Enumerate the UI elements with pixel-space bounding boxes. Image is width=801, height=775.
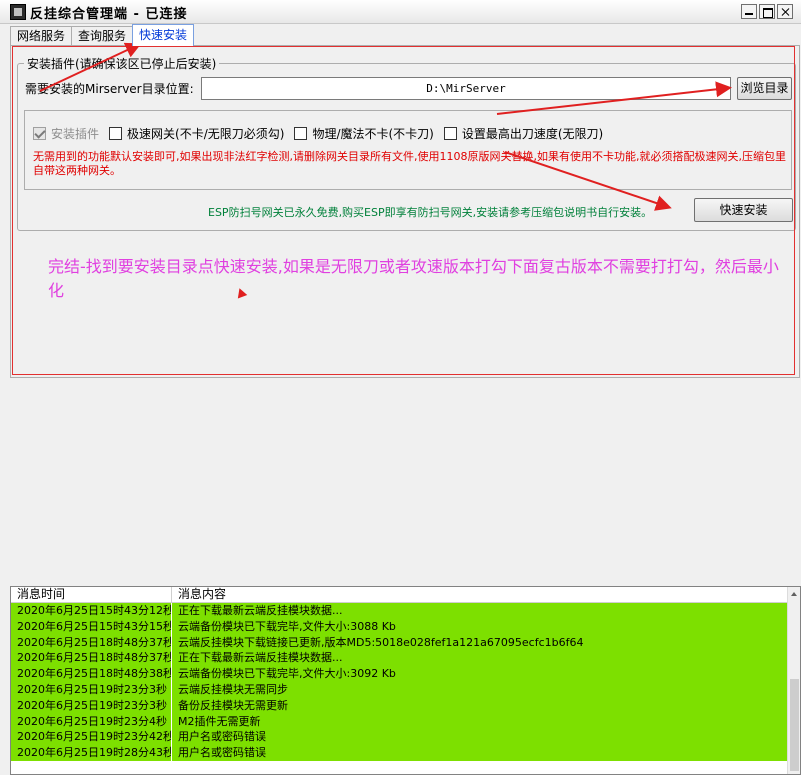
title-bar[interactable]: 反挂综合管理端 - 已连接 bbox=[0, 0, 801, 24]
row-time: 2020年6月25日19时28分43秒 bbox=[11, 745, 172, 761]
column-header-content[interactable]: 消息内容 bbox=[172, 587, 788, 602]
row-time: 2020年6月25日15时43分15秒 bbox=[11, 618, 172, 635]
scroll-thumb[interactable] bbox=[790, 679, 799, 771]
row-time: 2020年6月25日19时23分3秒 bbox=[11, 697, 172, 714]
table-row[interactable]: 2020年6月25日15时43分12秒 正在下载最新云端反挂模块数据... bbox=[11, 603, 788, 619]
row-content: 用户名或密码错误 bbox=[172, 729, 788, 746]
browse-button[interactable]: 浏览目录 bbox=[737, 77, 792, 100]
table-row[interactable]: 2020年6月25日19时23分42秒 用户名或密码错误 bbox=[11, 729, 788, 746]
row-time: 2020年6月25日18时48分37秒 bbox=[11, 650, 172, 667]
option-max-attack-speed[interactable]: 设置最高出刀速度(无限刀) bbox=[443, 125, 604, 142]
log-header: 消息时间 消息内容 bbox=[11, 587, 800, 603]
message-log: 消息时间 消息内容 2020年6月25日15时43分12秒 正在下载最新云端反挂模… bbox=[10, 586, 801, 775]
option-install-plugin[interactable]: 安装插件 bbox=[33, 125, 99, 142]
table-row[interactable]: 2020年6月25日18时48分37秒 正在下载最新云端反挂模块数据... bbox=[11, 650, 788, 667]
log-rows: 2020年6月25日15时43分12秒 正在下载最新云端反挂模块数据... 2020… bbox=[11, 603, 788, 761]
row-content: 云端反挂模块无需同步 bbox=[172, 681, 788, 698]
app-logo-icon bbox=[10, 4, 26, 20]
table-row[interactable]: 2020年6月25日15时43分15秒 云端备份模块已下载完毕,文件大小:3088… bbox=[11, 618, 788, 635]
table-row[interactable]: 2020年6月25日19时28分43秒 用户名或密码错误 bbox=[11, 745, 788, 761]
tab-quick-install[interactable]: 快速安装 bbox=[132, 24, 195, 46]
table-row[interactable]: 2020年6月25日18时48分38秒 云端备份模块已下载完毕,文件大小:3092… bbox=[11, 666, 788, 682]
table-row[interactable]: 2020年6月25日19时23分3秒 备份反挂模块无需更新 bbox=[11, 697, 788, 714]
checkbox[interactable] bbox=[33, 127, 46, 140]
row-content: 备份反挂模块无需更新 bbox=[172, 697, 788, 714]
options-row: 安装插件 极速网关(不卡/无限刀必须勾) 物理/魔法不卡(不卡刀) 设置最高出刀… bbox=[33, 125, 613, 142]
table-row[interactable]: 2020年6月25日18时48分37秒 云端反挂模块下载链接已更新,版本MD5:5… bbox=[11, 634, 788, 651]
tab-network-service[interactable]: 网络服务 bbox=[10, 26, 73, 46]
warning-text: 无需用到的功能默认安装即可,如果出现非法红字检测,请删除网关目录所有文件,使用1… bbox=[33, 150, 786, 177]
option-label: 极速网关(不卡/无限刀必须勾) bbox=[127, 127, 285, 141]
row-time: 2020年6月25日18时48分37秒 bbox=[11, 634, 172, 651]
row-time: 2020年6月25日15时43分12秒 bbox=[11, 603, 172, 619]
row-time: 2020年6月25日19时23分4秒 bbox=[11, 713, 172, 730]
tab-strip: 网络服务 查询服务 快速安装 bbox=[10, 24, 195, 46]
tab-query-service[interactable]: 查询服务 bbox=[71, 26, 134, 46]
row-content: 正在下载最新云端反挂模块数据... bbox=[172, 603, 788, 619]
option-label: 安装插件 bbox=[51, 127, 100, 141]
quick-install-button[interactable]: 快速安装 bbox=[694, 198, 793, 222]
checkbox[interactable] bbox=[109, 127, 123, 140]
table-row[interactable]: 2020年6月25日19时23分4秒 M2插件无需更新 bbox=[11, 713, 788, 730]
minimize-icon[interactable] bbox=[741, 4, 757, 19]
row-content: 正在下载最新云端反挂模块数据... bbox=[172, 650, 788, 667]
dir-input[interactable]: D:\MirServer bbox=[201, 77, 731, 100]
row-content: 用户名或密码错误 bbox=[172, 745, 788, 761]
row-content: 云端备份模块已下载完毕,文件大小:3092 Kb bbox=[172, 666, 788, 682]
row-time: 2020年6月25日19时23分3秒 bbox=[11, 681, 172, 698]
row-time: 2020年6月25日19时23分42秒 bbox=[11, 729, 172, 746]
annotation-note: 完结-找到要安装目录点快速安装,如果是无限刀或者攻速版本打勾下面复古版本不需要打… bbox=[48, 257, 779, 300]
option-fast-gateway[interactable]: 极速网关(不卡/无限刀必须勾) bbox=[109, 125, 284, 142]
row-content: 云端备份模块已下载完毕,文件大小:3088 Kb bbox=[172, 618, 788, 635]
checkbox[interactable] bbox=[294, 127, 308, 140]
log-scrollbar[interactable] bbox=[787, 587, 800, 774]
group-title: 安装插件(请确保该区已停止后安装) bbox=[24, 55, 220, 72]
row-time: 2020年6月25日18时48分38秒 bbox=[11, 666, 172, 682]
dir-label: 需要安装的Mirserver目录位置: bbox=[25, 82, 194, 96]
option-label: 物理/魔法不卡(不卡刀) bbox=[312, 127, 434, 141]
option-label: 设置最高出刀速度(无限刀) bbox=[461, 127, 604, 141]
checkbox[interactable] bbox=[443, 127, 457, 140]
column-header-time[interactable]: 消息时间 bbox=[11, 587, 172, 602]
esp-note: ESP防扫号网关已永久免费,购买ESP即享有防扫号网关,安装请参考压缩包说明书自… bbox=[208, 206, 653, 219]
row-content: M2插件无需更新 bbox=[172, 713, 788, 730]
table-row[interactable]: 2020年6月25日19时23分3秒 云端反挂模块无需同步 bbox=[11, 681, 788, 698]
close-icon[interactable] bbox=[777, 4, 793, 19]
app-window: 反挂综合管理端 - 已连接 网络服务 查询服务 快速安装 安装插件(请确保该区已… bbox=[0, 0, 801, 775]
row-content: 云端反挂模块下载链接已更新,版本MD5:5018e028fef1a121a670… bbox=[172, 634, 788, 651]
scroll-up-icon[interactable] bbox=[788, 587, 801, 601]
maximize-icon[interactable] bbox=[759, 4, 775, 19]
window-title: 反挂综合管理端 - 已连接 bbox=[30, 7, 188, 22]
option-no-lag[interactable]: 物理/魔法不卡(不卡刀) bbox=[294, 125, 434, 142]
window-controls bbox=[741, 4, 793, 19]
